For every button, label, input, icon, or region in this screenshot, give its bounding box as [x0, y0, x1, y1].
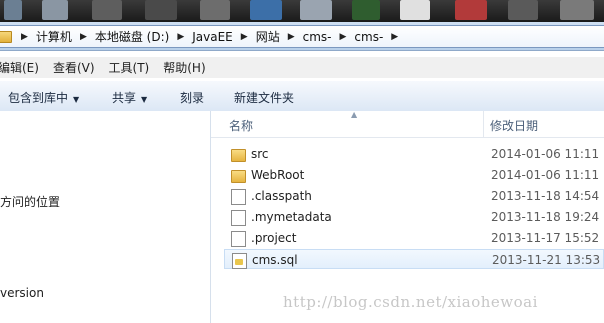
file-date: 2014-01-06 11:11	[491, 147, 600, 161]
chevron-right-icon[interactable]: ▶	[236, 32, 253, 42]
file-name: cms.sql	[252, 253, 298, 267]
chevron-right-icon[interactable]: ▶	[335, 32, 352, 42]
menu-edit[interactable]: 编辑(E)	[0, 59, 39, 76]
new-folder-button[interactable]: 新建文件夹	[234, 89, 294, 106]
file-icon	[231, 210, 246, 226]
desktop-icon	[42, 0, 68, 20]
chevron-right-icon[interactable]: ▶	[283, 32, 300, 42]
desktop-icon	[4, 0, 22, 20]
menu-tools[interactable]: 工具(T)	[109, 59, 150, 76]
share-label: 共享	[112, 91, 137, 105]
file-name: WebRoot	[251, 168, 305, 182]
file-date: 2013-11-17 15:52	[491, 231, 600, 245]
file-list: ▲ 名称 修改日期 src 2014-01-06 11:11 WebRoot 2…	[211, 110, 604, 323]
breadcrumb-item[interactable]: cms-	[300, 30, 335, 44]
file-name: .mymetadata	[251, 210, 332, 224]
column-divider[interactable]	[483, 111, 484, 137]
file-icon	[231, 189, 246, 205]
column-date-header[interactable]: 修改日期	[490, 117, 538, 134]
share-button[interactable]: 共享 ▼	[112, 89, 147, 106]
desktop-icon	[300, 0, 332, 20]
file-name: .project	[251, 231, 297, 245]
breadcrumb-item[interactable]: JavaEE	[189, 30, 236, 44]
desktop-icon	[250, 0, 282, 20]
chevron-right-icon[interactable]: ▶	[172, 32, 189, 42]
navigation-pane: 方问的位置 version	[0, 111, 211, 323]
include-in-library-label: 包含到库中	[8, 91, 69, 105]
desktop-icon	[200, 0, 230, 20]
address-bar: ▶ 计算机 ▶ 本地磁盘 (D:) ▶ JavaEE ▶ 网站 ▶ cms- ▶…	[0, 22, 604, 51]
column-header: ▲ 名称 修改日期	[211, 110, 604, 138]
burn-button[interactable]: 刻录	[180, 89, 204, 106]
desktop-icon-strip	[0, 0, 604, 22]
caret-down-icon: ▼	[141, 95, 148, 104]
file-name: .classpath	[251, 189, 312, 203]
chevron-right-icon[interactable]: ▶	[386, 32, 403, 42]
chevron-right-icon[interactable]: ▶	[75, 32, 92, 42]
sql-file-icon	[232, 253, 247, 269]
desktop-icon	[400, 0, 430, 20]
new-folder-label: 新建文件夹	[234, 91, 295, 105]
menu-bar: 编辑(E) 查看(V) 工具(T) 帮助(H)	[0, 57, 604, 78]
desktop-icon	[508, 0, 538, 20]
file-date: 2014-01-06 11:11	[491, 168, 600, 182]
desktop-icon	[92, 0, 122, 20]
file-date: 2013-11-18 14:54	[491, 189, 600, 203]
file-row[interactable]: WebRoot 2014-01-06 11:11	[224, 165, 604, 185]
file-row[interactable]: .classpath 2013-11-18 14:54	[224, 186, 604, 206]
burn-label: 刻录	[180, 91, 205, 105]
command-toolbar: 包含到库中 ▼ 共享 ▼ 刻录 新建文件夹	[0, 80, 604, 112]
file-name: src	[251, 147, 269, 161]
file-row[interactable]: .mymetadata 2013-11-18 19:24	[224, 207, 604, 227]
file-icon	[231, 231, 246, 247]
desktop-icon	[560, 0, 594, 20]
caret-down-icon: ▼	[73, 95, 80, 104]
file-row[interactable]: .project 2013-11-17 15:52	[224, 228, 604, 248]
folder-icon	[231, 149, 246, 162]
sort-ascending-icon: ▲	[351, 110, 358, 119]
menu-view[interactable]: 查看(V)	[53, 59, 95, 76]
breadcrumb[interactable]: ▶ 计算机 ▶ 本地磁盘 (D:) ▶ JavaEE ▶ 网站 ▶ cms- ▶…	[0, 25, 604, 48]
breadcrumb-item[interactable]: 计算机	[33, 28, 75, 45]
breadcrumb-item[interactable]: 本地磁盘 (D:)	[92, 28, 172, 45]
desktop-icon	[455, 0, 487, 20]
chevron-right-icon[interactable]: ▶	[16, 32, 33, 42]
column-name-header[interactable]: 名称	[229, 117, 253, 134]
folder-icon	[231, 170, 246, 183]
watermark-text: http://blog.csdn.net/xiaohewoai	[283, 293, 538, 311]
file-row[interactable]: src 2014-01-06 11:11	[224, 144, 604, 164]
file-date: 2013-11-21 13:53	[492, 253, 601, 267]
breadcrumb-item[interactable]: cms-	[351, 30, 386, 44]
nav-version[interactable]: version	[0, 286, 44, 300]
desktop-icon	[352, 0, 380, 20]
desktop-icon	[145, 0, 177, 20]
file-date: 2013-11-18 19:24	[491, 210, 600, 224]
breadcrumb-item[interactable]: 网站	[253, 28, 283, 45]
nav-recent-places[interactable]: 方问的位置	[0, 193, 60, 210]
file-row-selected[interactable]: cms.sql 2013-11-21 13:53	[224, 249, 604, 269]
include-in-library-button[interactable]: 包含到库中 ▼	[8, 89, 79, 106]
folder-icon	[0, 30, 12, 43]
menu-help[interactable]: 帮助(H)	[163, 59, 205, 76]
